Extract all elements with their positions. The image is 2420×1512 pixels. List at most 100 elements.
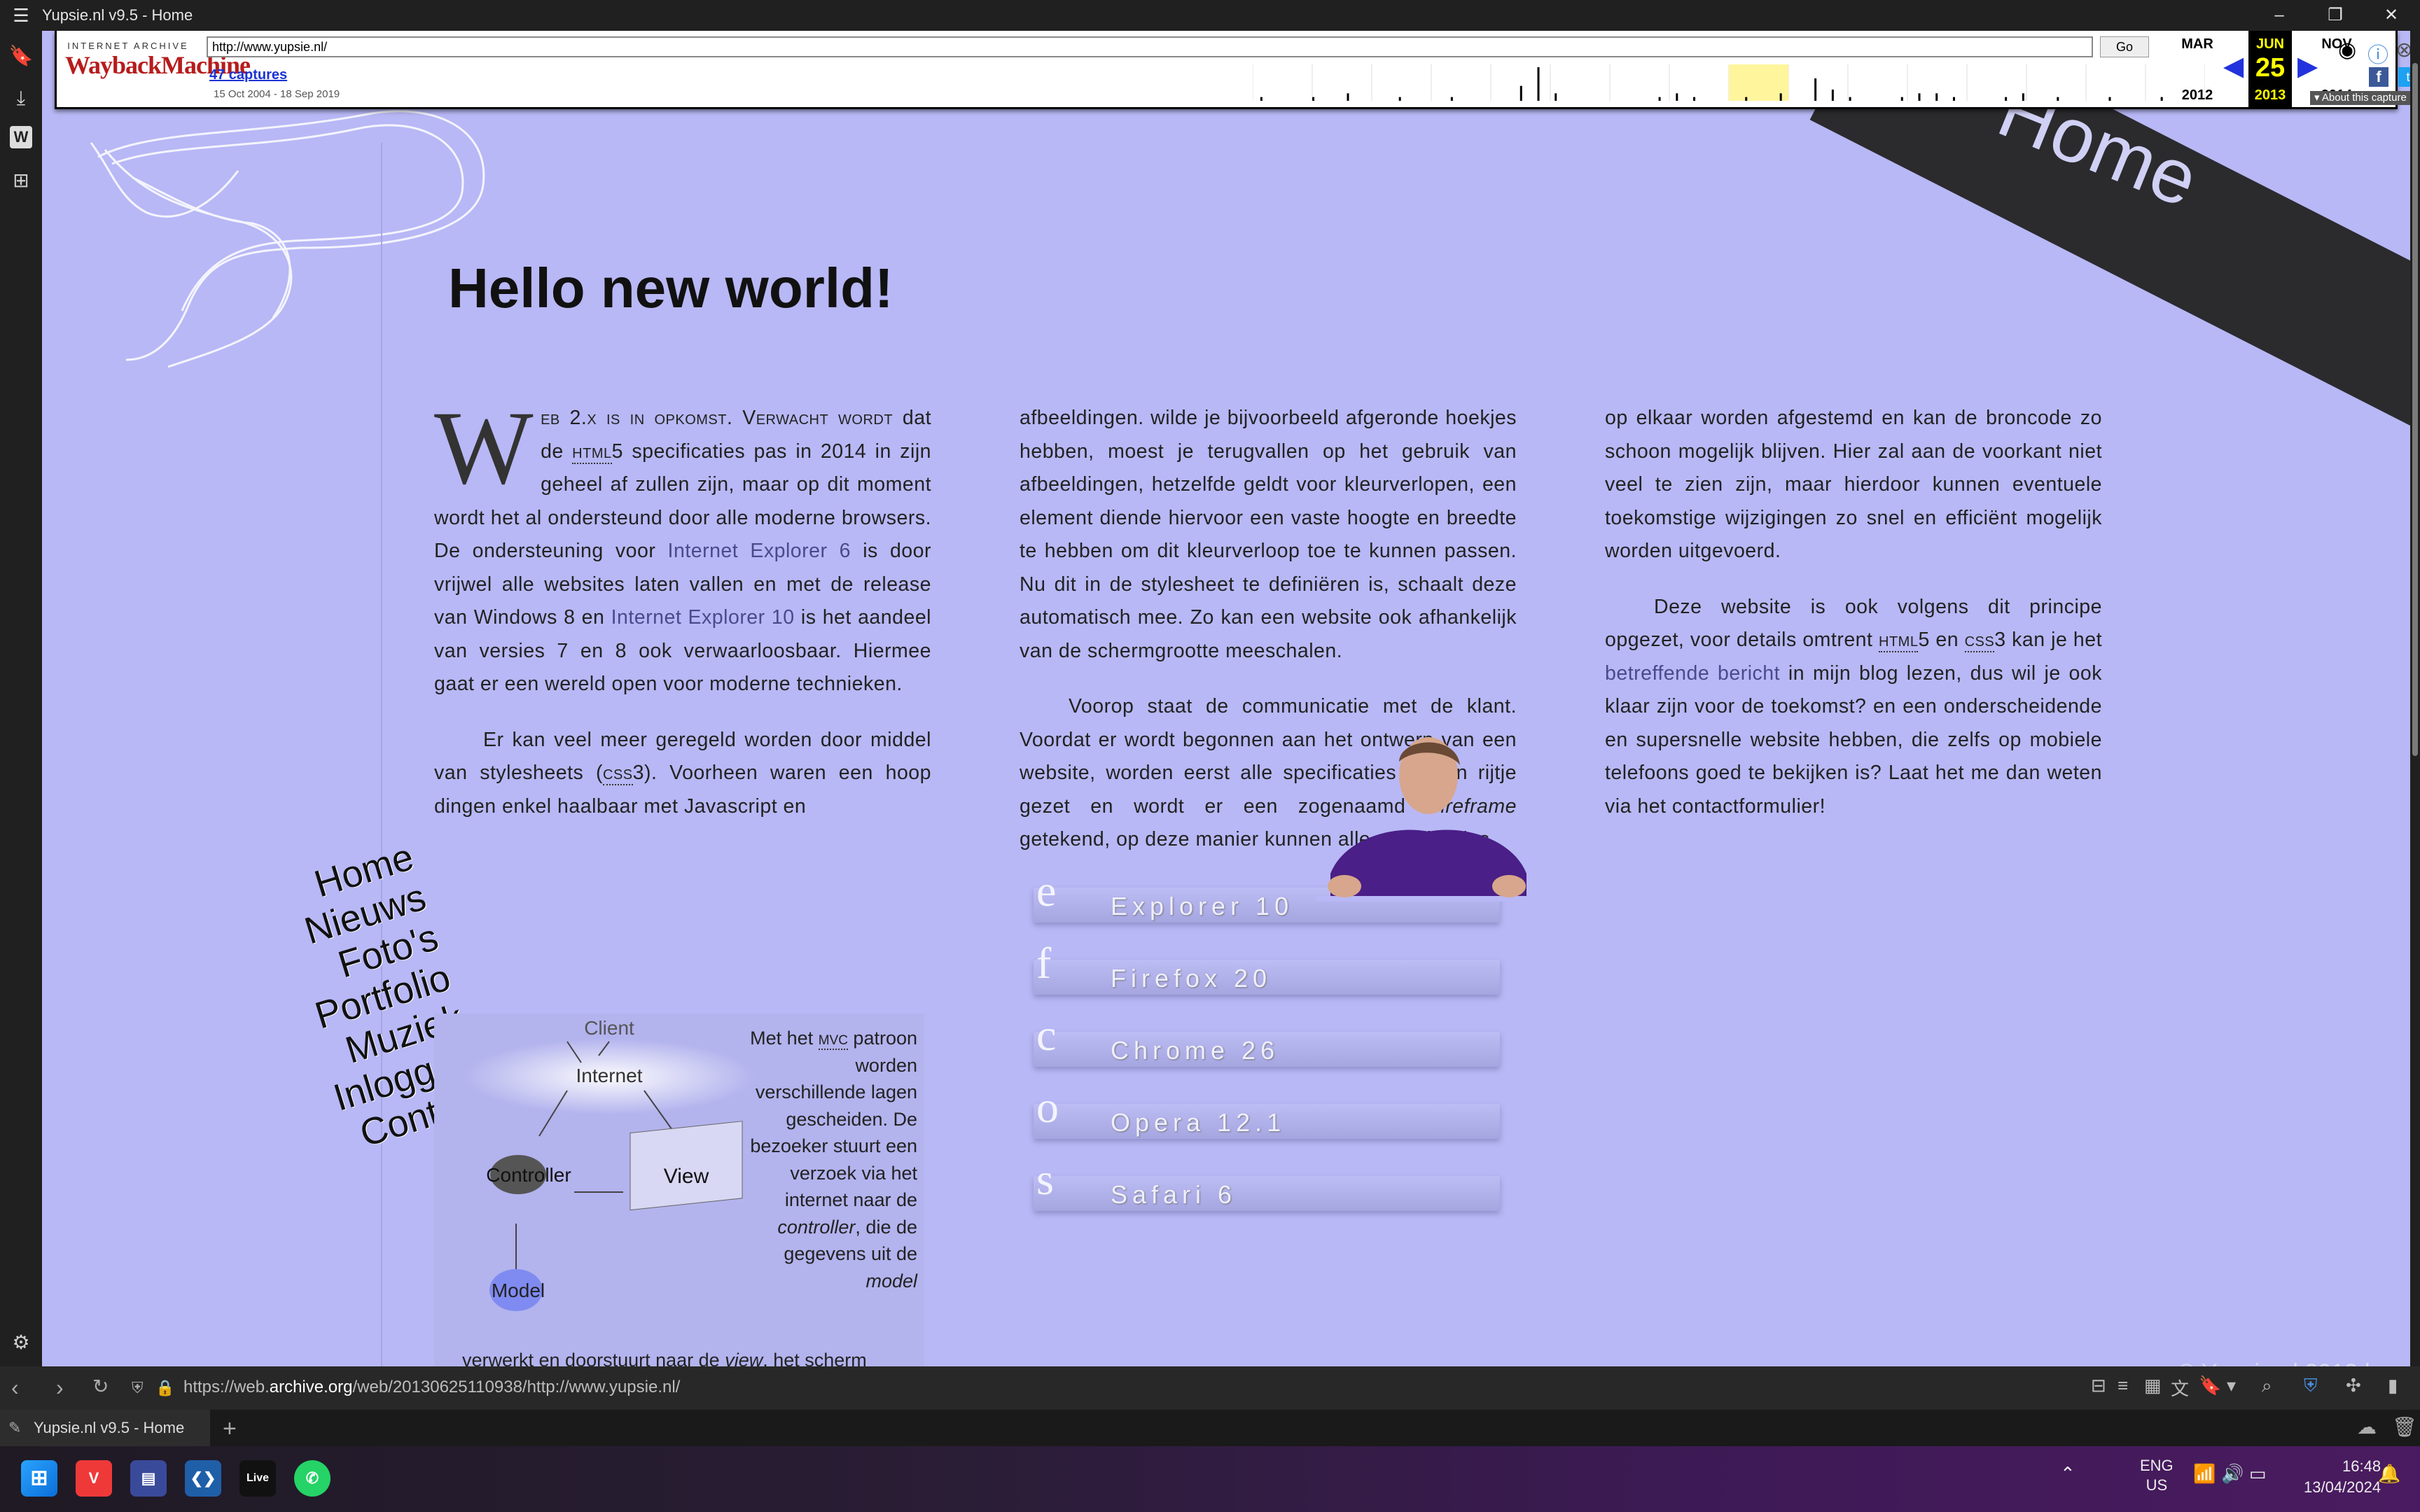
vivaldi-taskbar-icon[interactable]: V <box>76 1460 112 1497</box>
ie10-link[interactable]: Internet Explorer 10 <box>611 606 795 629</box>
blog-post-link[interactable]: betreffende bericht <box>1605 662 1780 685</box>
bitwarden-icon[interactable]: ⛨ <box>2304 1375 2318 1397</box>
captures-sparkline[interactable] <box>1253 64 2205 101</box>
prev-capture-month[interactable]: MAR 2012 <box>2166 31 2229 109</box>
lock-icon[interactable]: 🔒 <box>155 1379 174 1397</box>
capture-bar[interactable] <box>1555 93 1557 101</box>
mvc-client-label: Client <box>584 1017 634 1039</box>
vscode-taskbar-icon[interactable]: ❮❯ <box>185 1460 221 1497</box>
capture-bar[interactable] <box>1849 97 1851 101</box>
capture-bar[interactable] <box>1745 97 1748 101</box>
capture-bar[interactable] <box>1537 67 1540 101</box>
new-tab-button[interactable]: + <box>223 1415 237 1443</box>
forward-icon[interactable]: › <box>56 1375 64 1401</box>
model-term: model <box>865 1270 917 1292</box>
capture-bar[interactable] <box>1814 78 1817 101</box>
start-windows-icon[interactable]: ⊞ <box>21 1460 57 1497</box>
facebook-share-icon[interactable]: f <box>2369 67 2388 87</box>
extensions-icon[interactable]: ✣ <box>2346 1375 2361 1396</box>
capture-bar[interactable] <box>2022 93 2024 101</box>
wikipedia-panel-icon[interactable]: W <box>10 126 32 148</box>
search-icon[interactable]: ⌕ <box>2262 1375 2272 1397</box>
close-toolbar-icon[interactable]: ⊗ <box>2395 38 2410 62</box>
capture-bar[interactable] <box>1676 93 1678 101</box>
minimize-icon[interactable]: – <box>2251 0 2307 31</box>
volume-icon[interactable]: 🔊 <box>2221 1463 2244 1485</box>
about-capture-dropdown[interactable]: ▾ About this capture <box>2310 91 2410 105</box>
translate-icon[interactable]: 文 <box>2171 1375 2189 1401</box>
current-year-highlight <box>1729 64 1788 101</box>
tray-chevron-up-icon[interactable]: ⌃ <box>2060 1463 2075 1485</box>
battery-icon[interactable]: ▭ <box>2249 1463 2267 1485</box>
address-url[interactable]: https://web.archive.org/web/201306251109… <box>183 1378 680 1397</box>
wayback-logo[interactable]: INTERNET ARCHIVE WaybackMachine <box>65 41 251 92</box>
wayback-go-button[interactable]: Go <box>2100 36 2149 57</box>
capture-bar[interactable] <box>2108 97 2111 101</box>
shield-icon[interactable]: ⛨ <box>132 1379 144 1397</box>
wifi-icon[interactable]: 📶 <box>2193 1463 2216 1485</box>
images-paragraph: afbeeldingen. wilde je bijvoorbeeld afge… <box>1020 407 1517 662</box>
capture-bar[interactable] <box>1520 85 1522 101</box>
qr-code-icon[interactable]: ▦ <box>2144 1375 2162 1396</box>
capture-bar[interactable] <box>1900 97 1903 101</box>
browser-bar <box>1034 1176 1500 1211</box>
browser-name: Firefox 20 <box>1111 964 1272 993</box>
text: verwerkt en doorstuurt naar de <box>462 1350 725 1366</box>
bookmarks-panel-icon[interactable]: 🔖 <box>7 42 35 70</box>
trash-icon[interactable]: 🗑 <box>2392 1415 2417 1438</box>
cur-month-label: JUN <box>2255 36 2284 52</box>
back-icon[interactable]: ‹ <box>11 1375 19 1401</box>
capture-bar[interactable] <box>2005 97 2008 101</box>
url-prefix: https://web. <box>183 1378 270 1396</box>
capture-bar[interactable] <box>1935 93 1938 101</box>
help-icon[interactable]: ⓘ <box>2367 38 2388 69</box>
panel-toggle-icon[interactable]: ▮ <box>2388 1375 2398 1396</box>
scrollbar-thumb[interactable] <box>2412 63 2418 756</box>
capture-bar[interactable] <box>1398 97 1401 101</box>
capture-bar[interactable] <box>2057 97 2059 101</box>
capture-bar[interactable] <box>2160 97 2163 101</box>
browser-support-list: e Explorer 10 f Firefox 20 c Chrome 26 o… <box>1015 857 1505 1217</box>
article-column-3: op elkaar worden afgestemd en kan de bro… <box>1605 402 2102 846</box>
bookmark-icon[interactable]: 🔖 <box>2199 1375 2221 1396</box>
capture-bar[interactable] <box>1952 97 1955 101</box>
clock[interactable]: 16:48 13/04/2024 <box>2304 1456 2381 1498</box>
settings-gear-icon[interactable]: ⚙ <box>7 1329 35 1357</box>
ableton-live-taskbar-icon[interactable]: Live <box>239 1460 276 1497</box>
cloud-sync-icon[interactable]: ☁ <box>2357 1415 2377 1438</box>
prev-capture-arrow-icon[interactable]: ◀ <box>2223 50 2244 82</box>
floppy-app-taskbar-icon[interactable]: ▤ <box>130 1460 167 1497</box>
dropdown-icon[interactable]: ▾ <box>2227 1375 2236 1396</box>
close-window-icon[interactable]: ✕ <box>2363 0 2419 31</box>
twitter-share-icon[interactable]: t <box>2398 67 2410 87</box>
mvc-controller-label: Controller <box>486 1164 571 1186</box>
tab-active[interactable]: ✎ Yupsie.nl v9.5 - Home <box>0 1410 210 1446</box>
capture-bar[interactable] <box>1693 97 1696 101</box>
capture-bar[interactable] <box>1260 97 1263 101</box>
wayback-url-input[interactable] <box>207 36 2093 57</box>
intro-smallcaps: eb 2.x is in opkomst. Verwacht wordt <box>541 407 893 429</box>
wayback-logo-top: INTERNET ARCHIVE <box>67 41 189 51</box>
capture-bar[interactable] <box>1658 97 1661 101</box>
notification-bell-icon[interactable]: 🔔 <box>2378 1463 2400 1485</box>
about-capture-label: About this capture <box>2321 92 2407 104</box>
downloads-panel-icon[interactable]: ⤓ <box>7 84 35 112</box>
reader-view-icon[interactable]: ≡ <box>2118 1375 2128 1396</box>
capture-bar[interactable] <box>1779 93 1782 101</box>
window-title: Yupsie.nl v9.5 - Home <box>42 6 193 24</box>
reload-icon[interactable]: ↻ <box>92 1375 109 1398</box>
capture-bar[interactable] <box>1450 97 1453 101</box>
account-icon[interactable]: ◉ <box>2338 38 2356 62</box>
whatsapp-taskbar-icon[interactable]: ✆ <box>294 1460 331 1497</box>
hamburger-menu-icon[interactable]: ☰ <box>0 5 42 27</box>
capture-bar[interactable] <box>1312 97 1315 101</box>
add-web-panel-icon[interactable]: ⊞ <box>7 167 35 195</box>
ie6-link[interactable]: Internet Explorer 6 <box>668 540 851 562</box>
capture-bar[interactable] <box>1918 93 1921 101</box>
language-indicator[interactable]: ENG US <box>2140 1456 2174 1495</box>
maximize-icon[interactable]: ❐ <box>2307 0 2363 31</box>
feed-icon[interactable]: ⊟ <box>2091 1375 2106 1396</box>
capture-bar[interactable] <box>1831 90 1834 101</box>
captures-link[interactable]: 47 captures <box>209 67 287 83</box>
capture-bar[interactable] <box>1347 93 1349 101</box>
